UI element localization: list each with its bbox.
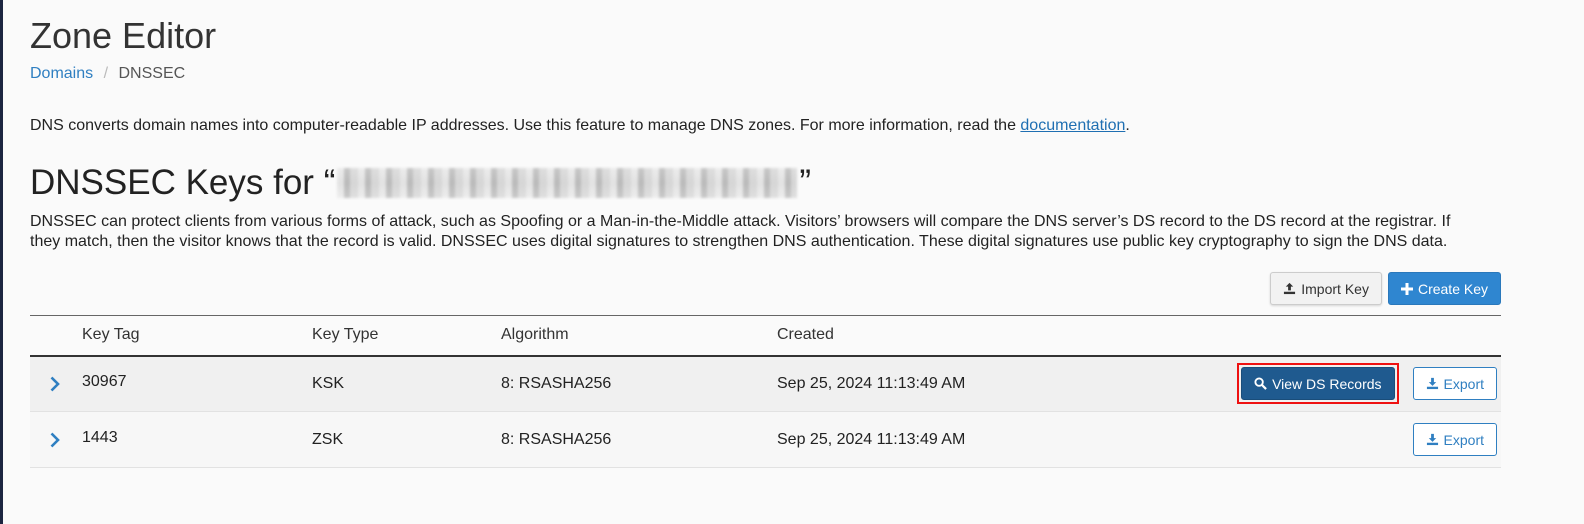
expand-row-toggle[interactable] — [30, 412, 82, 468]
key-tag-value: 30967 — [82, 372, 127, 390]
download-icon — [1426, 433, 1439, 446]
created-cell: Sep 25, 2024 11:13:49 AM — [777, 374, 966, 392]
dnssec-keys-table: Key Tag Key Type Algorithm Created 30967… — [30, 315, 1501, 468]
table-row: 30967 KSK 8: RSASHA256 Sep 25, 2024 11:1… — [30, 355, 1501, 412]
create-key-button[interactable]: Create Key — [1387, 272, 1501, 305]
created-cell: Sep 25, 2024 11:13:49 AM — [777, 430, 966, 448]
redacted-domain-name — [337, 168, 798, 198]
import-key-button[interactable]: Import Key — [1270, 272, 1382, 305]
key-type-cell: KSK — [312, 374, 345, 392]
export-label: Export — [1443, 375, 1484, 392]
plus-icon — [1400, 282, 1413, 295]
upload-icon — [1283, 282, 1296, 295]
export-button[interactable]: Export — [1412, 423, 1497, 456]
actions-cell: Export — [1197, 412, 1501, 468]
chevron-right-icon[interactable] — [50, 432, 82, 448]
page-title: Zone Editor — [30, 15, 217, 56]
intro-paragraph: DNS converts domain names into computer-… — [30, 116, 1503, 136]
breadcrumb-current: DNSSEC — [118, 65, 186, 82]
chevron-right-icon[interactable] — [50, 376, 82, 392]
import-key-label: Import Key — [1301, 280, 1369, 297]
key-type-cell: ZSK — [312, 430, 344, 448]
export-button[interactable]: Export — [1412, 367, 1497, 401]
column-header-algorithm: Algorithm — [501, 326, 569, 344]
export-label: Export — [1443, 431, 1484, 448]
actions-cell: View DS Records Export — [1197, 356, 1501, 412]
intro-suffix: . — [1125, 117, 1130, 134]
highlight-box: View DS Records — [1237, 363, 1399, 405]
key-toolbar: Import Key Create Key — [30, 272, 1501, 305]
key-tag-value: 1443 — [82, 428, 118, 446]
column-header-key-tag: Key Tag — [82, 326, 140, 344]
key-tag-cell: 30967 — [82, 356, 312, 412]
breadcrumb: Domains / DNSSEC — [30, 64, 1503, 84]
breadcrumb-separator: / — [103, 65, 109, 82]
algorithm-cell: 8: RSASHA256 — [501, 374, 612, 392]
view-ds-records-label: View DS Records — [1272, 375, 1382, 392]
view-ds-records-button[interactable]: View DS Records — [1241, 367, 1395, 401]
table-row: 1443 ZSK 8: RSASHA256 Sep 25, 2024 11:13… — [30, 411, 1501, 468]
documentation-link[interactable]: documentation — [1020, 117, 1125, 134]
expand-column-header — [30, 316, 82, 356]
dnssec-description: DNSSEC can protect clients from various … — [30, 213, 1451, 250]
row-actions: View DS Records Export — [1237, 363, 1497, 405]
create-key-label: Create Key — [1417, 280, 1488, 297]
table-header-row: Key Tag Key Type Algorithm Created — [30, 315, 1501, 356]
expand-row-toggle[interactable] — [30, 356, 82, 412]
search-icon — [1254, 377, 1267, 391]
zone-editor-page: Zone Editor Domains / DNSSEC DNS convert… — [3, 0, 1503, 468]
row-actions: Export — [1412, 423, 1497, 456]
heading-suffix: ” — [799, 163, 812, 202]
actions-column-header — [1197, 316, 1501, 356]
heading-prefix: DNSSEC Keys for “ — [30, 163, 336, 202]
column-header-created: Created — [777, 326, 834, 344]
breadcrumb-domains-link[interactable]: Domains — [30, 65, 93, 82]
intro-text: DNS converts domain names into computer-… — [30, 117, 1021, 134]
download-icon — [1426, 377, 1439, 390]
algorithm-cell: 8: RSASHA256 — [501, 430, 612, 448]
key-tag-cell: 1443 — [82, 412, 312, 468]
dnssec-keys-heading: DNSSEC Keys for “ ” — [30, 162, 1503, 204]
column-header-key-type: Key Type — [312, 326, 379, 344]
